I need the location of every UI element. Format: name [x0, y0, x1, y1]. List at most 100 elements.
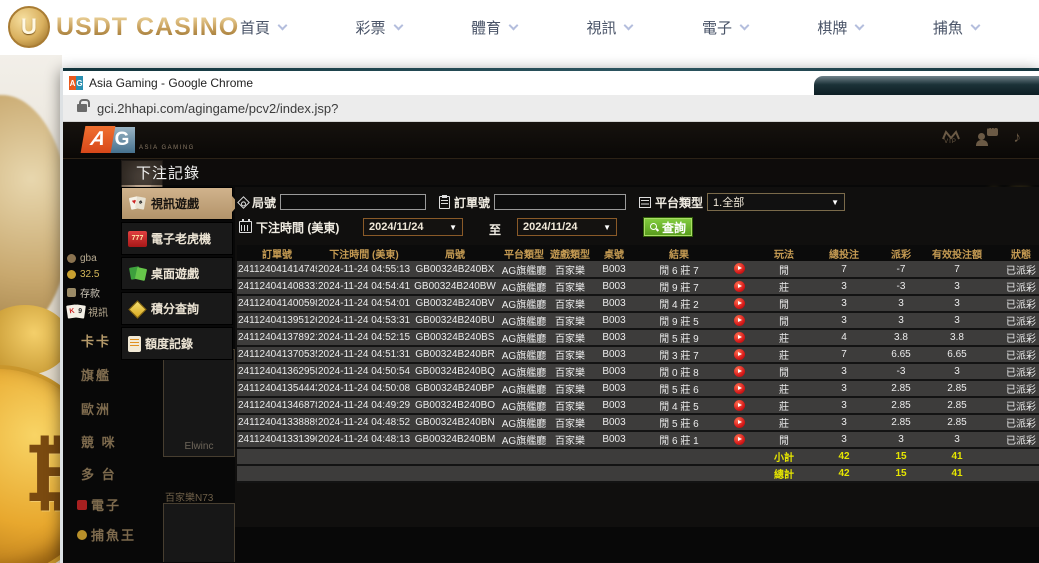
- cell-payout: 15: [877, 465, 925, 482]
- nav-item-lottery[interactable]: 彩票: [355, 17, 401, 38]
- cell-game: 百家樂: [549, 261, 591, 278]
- lobby-deposit: 存款: [67, 285, 100, 300]
- cell-total_bet: 7: [811, 261, 877, 278]
- platform-type-select[interactable]: 1.全部 ▼: [707, 193, 845, 211]
- cell-table_no: B003: [591, 261, 637, 278]
- cell-platform: AG旗艦廳: [499, 380, 549, 397]
- cell-valid_bet: 2.85: [925, 397, 989, 414]
- order-number-input[interactable]: [494, 194, 626, 210]
- play-video-icon[interactable]: [734, 417, 745, 428]
- play-video-icon[interactable]: [734, 400, 745, 411]
- cell-valid_bet: 6.65: [925, 346, 989, 363]
- menu-item-credit-records[interactable]: 額度記錄: [121, 327, 233, 360]
- nav-item-fishing[interactable]: 捕魚: [933, 17, 979, 38]
- cell-video: [721, 312, 757, 329]
- cell-table_no: B003: [591, 295, 637, 312]
- nav-item-sports[interactable]: 體育: [471, 17, 517, 38]
- table-row: 2411240413951262024-11-24 04:53:31GB0032…: [237, 312, 1039, 329]
- chrome-popup-window: AG Asia Gaming - Google Chrome gci.2hhap…: [60, 68, 1039, 563]
- cell-video: [721, 363, 757, 380]
- cell-platform: AG旗艦廳: [499, 397, 549, 414]
- cell-round: [411, 465, 499, 482]
- cell-round: GB00324B240BP: [411, 380, 499, 397]
- slots-icon: [77, 500, 87, 510]
- date-from-select[interactable]: 2024/11/24 ▼: [363, 218, 463, 236]
- cell-platform: AG旗艦廳: [499, 278, 549, 295]
- table-games-icon: [128, 266, 147, 282]
- cell-time: 2024-11-24 04:54:41: [317, 278, 411, 295]
- cell-platform: [499, 448, 549, 465]
- cell-video: [721, 261, 757, 278]
- cell-payout: 3: [877, 431, 925, 448]
- popup-urlbar[interactable]: gci.2hhapi.com/agingame/pcv2/index.jsp?: [63, 95, 1039, 122]
- vip-crown-icon[interactable]: VIP: [942, 130, 960, 145]
- site-logo[interactable]: U USDT CASINO: [8, 6, 239, 48]
- nav-item-cards[interactable]: 棋牌: [817, 17, 863, 38]
- play-video-icon[interactable]: [734, 366, 745, 377]
- play-video-icon[interactable]: [734, 263, 745, 274]
- cell-valid_bet: 3: [925, 278, 989, 295]
- cell-payout: 2.85: [877, 397, 925, 414]
- cell-order: 241124041346878: [237, 397, 317, 414]
- cell-result: 閒 9 莊 5: [637, 312, 721, 329]
- play-video-icon[interactable]: [734, 383, 745, 394]
- gold-coins-image: [0, 305, 62, 375]
- cell-valid_bet: 2.85: [925, 414, 989, 431]
- play-video-icon[interactable]: [734, 298, 745, 309]
- table-row: 2411240413629582024-11-24 04:50:54GB0032…: [237, 363, 1039, 380]
- col-header: [721, 245, 757, 261]
- cell-status: 已派彩: [989, 397, 1039, 414]
- cell-game: 百家樂: [549, 295, 591, 312]
- menu-item-live-games[interactable]: ♥♠ 視訊遊戲: [121, 187, 233, 220]
- menu-item-points-inquiry[interactable]: 積分查詢: [121, 292, 233, 325]
- cell-total_bet: 3: [811, 363, 877, 380]
- bitcoin-symbol: ₿: [24, 427, 62, 521]
- col-header: 玩法: [757, 245, 811, 261]
- cell-table_no: B003: [591, 380, 637, 397]
- nav-item-slots[interactable]: 電子: [702, 17, 748, 38]
- cell-play: 閒: [757, 295, 811, 312]
- play-video-icon[interactable]: [734, 434, 745, 445]
- menu-item-table-games[interactable]: 桌面遊戲: [121, 257, 233, 290]
- round-number-input[interactable]: [280, 194, 426, 210]
- chevron-down-icon: [509, 21, 519, 31]
- cell-round: GB00324B240BV: [411, 295, 499, 312]
- cell-game: 百家樂: [549, 346, 591, 363]
- popup-titlebar[interactable]: AG Asia Gaming - Google Chrome: [63, 71, 1039, 95]
- cell-payout: -7: [877, 261, 925, 278]
- date-to-select[interactable]: 2024/11/24 ▼: [517, 218, 617, 236]
- music-note-icon[interactable]: ♪: [1014, 129, 1022, 146]
- menu-item-slot-machines[interactable]: 777 電子老虎機: [121, 222, 233, 255]
- col-header: 局號: [411, 245, 499, 261]
- cell-time: 2024-11-24 04:50:08: [317, 380, 411, 397]
- nav-item-home[interactable]: 首頁: [240, 17, 286, 38]
- search-button[interactable]: 查詢: [643, 217, 693, 237]
- col-header: 下注時間 (美東): [317, 245, 411, 261]
- cell-result: 閒 6 莊 7: [637, 261, 721, 278]
- nav-item-live[interactable]: 視訊: [586, 17, 632, 38]
- play-video-icon[interactable]: [734, 281, 745, 292]
- play-video-icon[interactable]: [734, 332, 745, 343]
- play-video-icon[interactable]: [734, 349, 745, 360]
- cell-video: [721, 465, 757, 482]
- cell-platform: AG旗艦廳: [499, 261, 549, 278]
- cell-status: 已派彩: [989, 431, 1039, 448]
- cell-payout: -3: [877, 363, 925, 380]
- ag-logo[interactable]: A G ASIA GAMING: [83, 126, 195, 153]
- cell-status: 已派彩: [989, 414, 1039, 431]
- cell-time: 2024-11-24 04:48:13: [317, 431, 411, 448]
- cell-valid_bet: 2.85: [925, 380, 989, 397]
- cell-platform: AG旗艦廳: [499, 363, 549, 380]
- play-video-icon[interactable]: [734, 315, 745, 326]
- cell-payout: -3: [877, 278, 925, 295]
- round-filter: 局號: [239, 193, 426, 211]
- cell-order: 241124041370535: [237, 346, 317, 363]
- ag-site-header: A G ASIA GAMING VIP ♪: [63, 122, 1039, 159]
- cell-total_bet: 3: [811, 312, 877, 329]
- cell-video: [721, 329, 757, 346]
- cell-round: [411, 448, 499, 465]
- cell-valid_bet: 3: [925, 312, 989, 329]
- cell-order: 241124041331390: [237, 431, 317, 448]
- customer-service-icon[interactable]: [976, 128, 998, 146]
- document-icon: [128, 336, 141, 352]
